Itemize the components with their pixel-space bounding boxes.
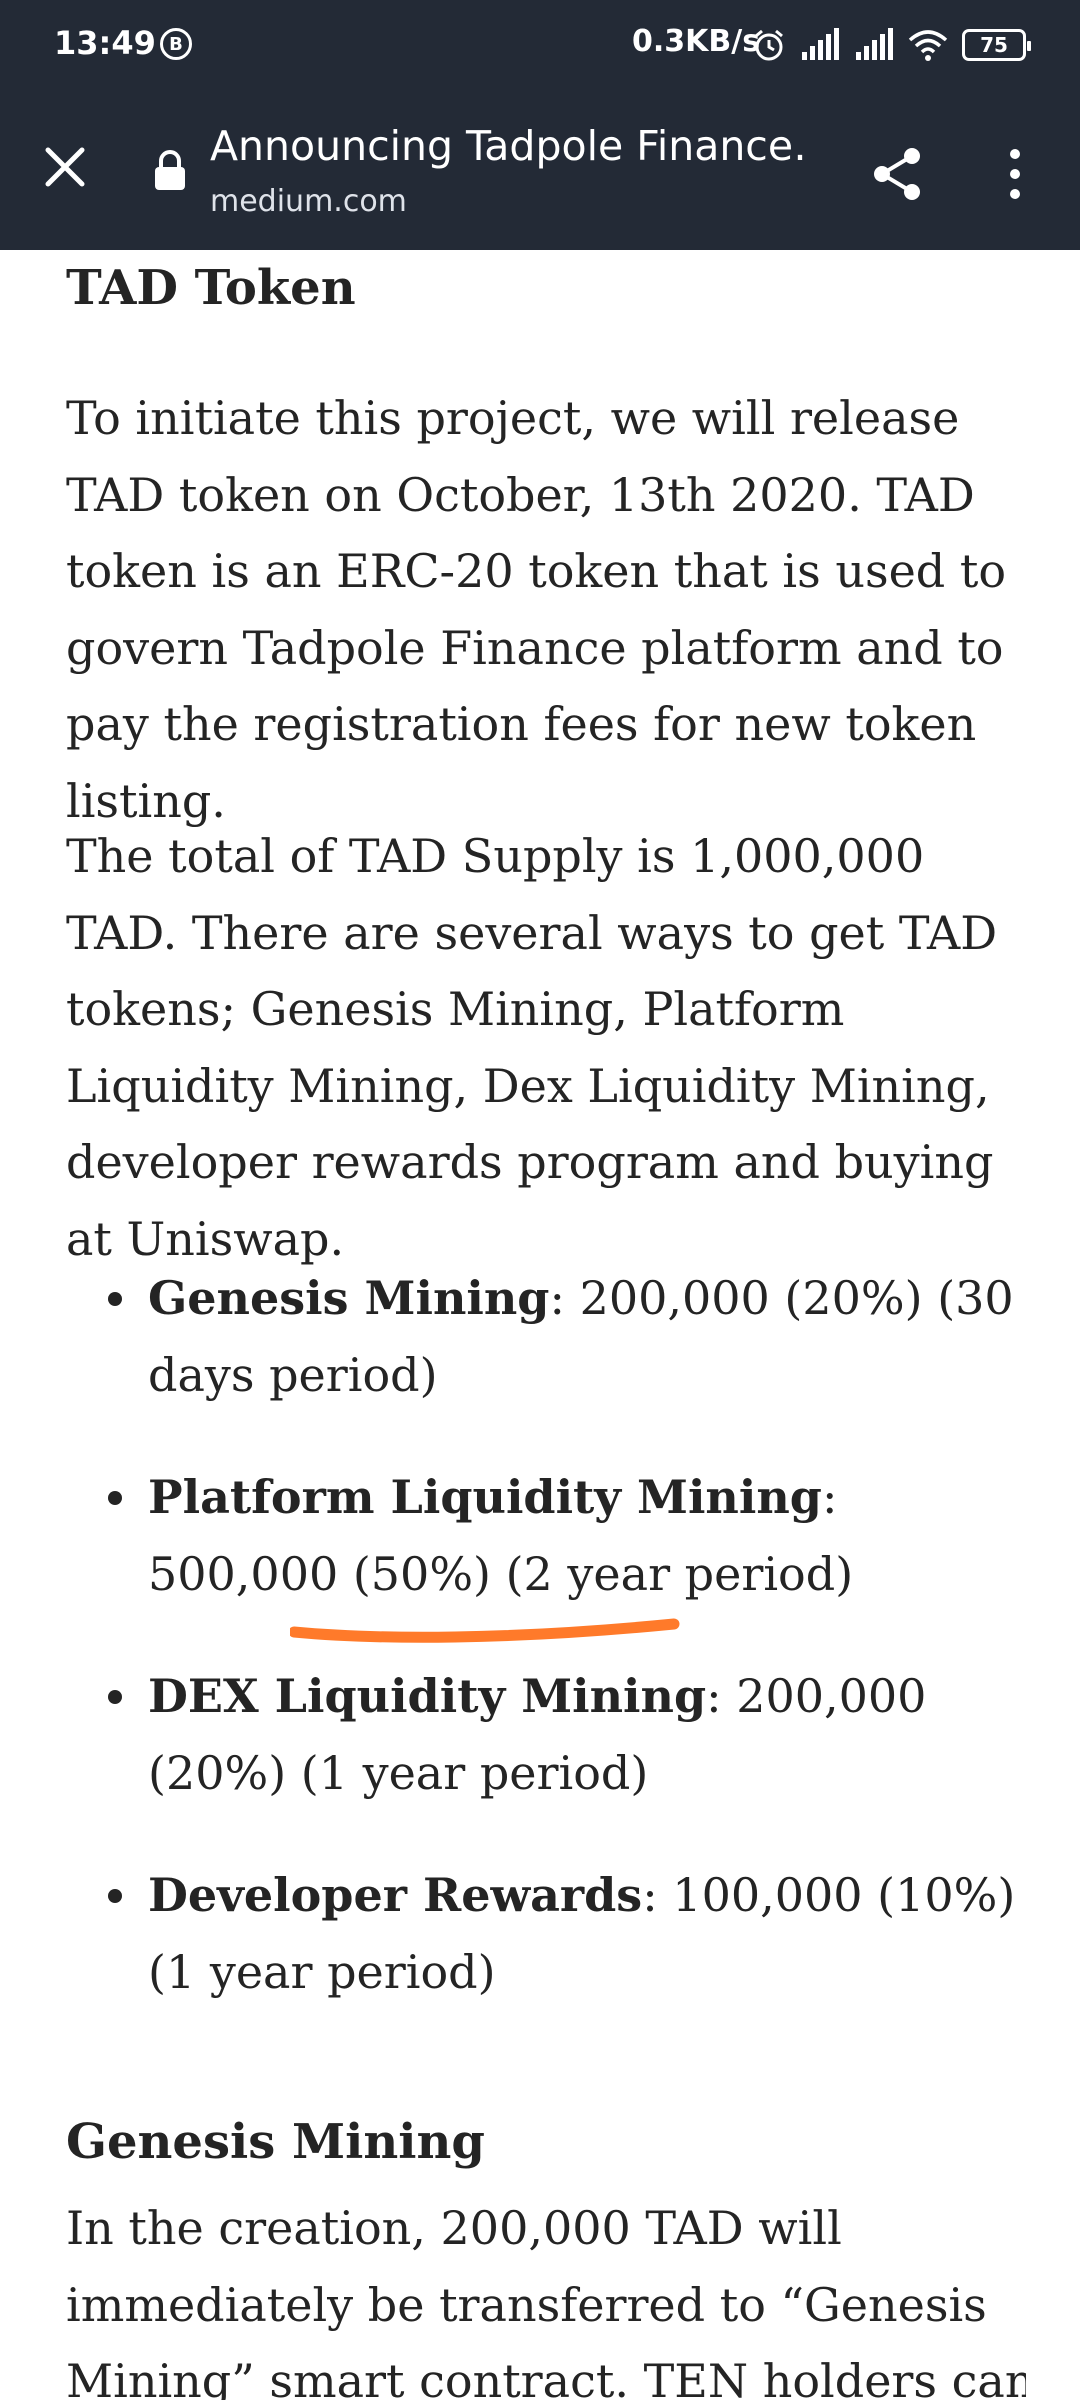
share-icon[interactable] — [868, 144, 928, 204]
b-badge-icon: B — [160, 28, 192, 60]
paragraph-supply: The total of TAD Supply is 1,000,000 TAD… — [66, 829, 998, 1266]
list-item: Developer Rewards: 100,000 (10%) (1 year… — [66, 1857, 1026, 2011]
status-icons: 75 — [752, 22, 1031, 68]
status-time: 13:49 — [54, 24, 156, 62]
status-bar: 13:49 B 0.3KB/s 75 — [0, 0, 1080, 92]
lock-icon — [155, 150, 185, 190]
article-body: TAD Token To initiate this project, we w… — [66, 250, 1026, 2400]
highlight-underline — [290, 1618, 680, 1643]
list-item-name: Developer Rewards — [148, 1868, 643, 1922]
list-item: DEX Liquidity Mining: 200,000 (20%) (1 y… — [66, 1658, 1026, 1812]
page-domain[interactable]: medium.com — [210, 184, 407, 219]
alarm-icon — [755, 29, 783, 61]
wifi-icon — [908, 30, 948, 61]
signal-icon-2 — [856, 28, 893, 60]
list-item: Platform Liquidity Mining: 500,000 (50%)… — [66, 1459, 1026, 1613]
signal-icon-1 — [802, 28, 839, 60]
close-icon[interactable] — [40, 142, 90, 192]
network-speed: 0.3KB/s — [632, 24, 761, 59]
list-item: Genesis Mining: 200,000 (20%) (30 days p… — [66, 1260, 1026, 1414]
paragraph-genesis: In the creation, 200,000 TAD will immedi… — [66, 2201, 1026, 2400]
list-item-name: Platform Liquidity Mining — [148, 1470, 822, 1524]
section-heading-genesis-mining: Genesis Mining — [66, 2114, 485, 2170]
section-heading-tad-token: TAD Token — [66, 260, 356, 316]
browser-toolbar: Announcing Tadpole Finance… medium.com — [0, 92, 1080, 250]
paragraph-intro: To initiate this project, we will releas… — [66, 391, 1007, 828]
battery-icon: 75 — [962, 29, 1031, 61]
battery-level: 75 — [980, 33, 1008, 57]
distribution-list: Genesis Mining: 200,000 (20%) (30 days p… — [66, 1260, 1026, 2056]
page-title[interactable]: Announcing Tadpole Finance… — [210, 122, 810, 170]
list-item-name: Genesis Mining — [148, 1271, 550, 1325]
list-item-name: DEX Liquidity Mining — [148, 1669, 707, 1723]
more-options-icon[interactable] — [1000, 144, 1030, 204]
